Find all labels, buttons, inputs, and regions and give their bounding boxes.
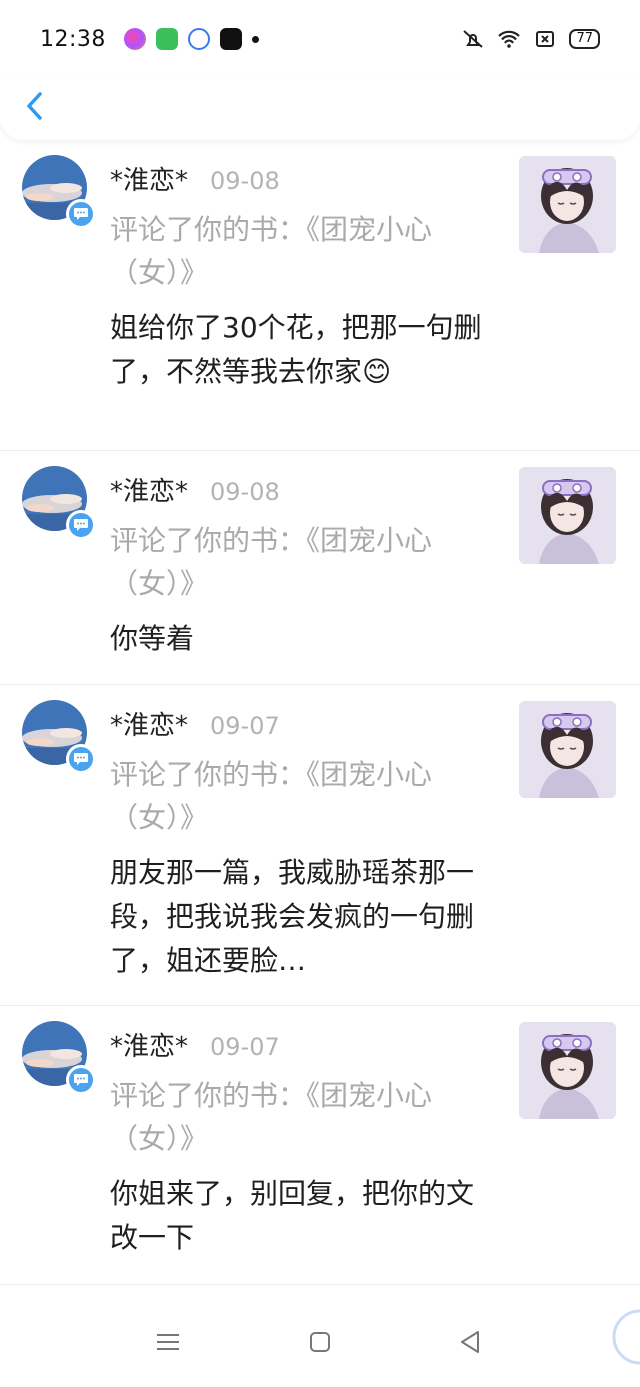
- book-cover-thumbnail[interactable]: [519, 467, 616, 564]
- green-app-icon: [155, 28, 178, 50]
- comment-date: 09-08: [210, 167, 280, 195]
- item-content: *淮恋* 09-08 评论了你的书：《团宠小心（女）》 你等着: [110, 471, 490, 661]
- anime-character-image: [519, 467, 616, 564]
- wifi-icon: [498, 30, 521, 48]
- comment-date: 09-07: [210, 712, 280, 740]
- douyin-icon: [219, 28, 242, 50]
- status-right: 77: [461, 29, 600, 49]
- chat-bubble-icon: [74, 208, 88, 220]
- sim-icon: [536, 31, 555, 47]
- comment-list: *淮恋* 09-08 评论了你的书：《团宠小心（女）》 姐给你了30个花，把那一…: [0, 140, 640, 1285]
- status-bar: 12:38 77: [0, 0, 640, 78]
- book-cover-thumbnail[interactable]: [519, 701, 616, 798]
- comment-date: 09-07: [210, 1033, 280, 1061]
- chevron-left-icon[interactable]: [20, 84, 52, 128]
- comment-context: 评论了你的书：《团宠小心（女）》: [110, 1079, 433, 1155]
- comment-date: 09-08: [210, 478, 280, 506]
- list-item[interactable]: *淮恋* 09-08 评论了你的书：《团宠小心（女）》 你等着: [0, 451, 640, 685]
- user-name[interactable]: *淮恋*: [110, 1026, 188, 1063]
- avatar[interactable]: [22, 1021, 96, 1095]
- book-cover-thumbnail[interactable]: [519, 1022, 616, 1119]
- name-row: *淮恋* 09-08: [110, 471, 490, 511]
- comment-badge: [66, 199, 96, 229]
- anime-character-image: [519, 156, 616, 253]
- anime-character-image: [519, 1022, 616, 1119]
- user-name[interactable]: *淮恋*: [110, 705, 188, 742]
- mute-icon: [463, 30, 484, 48]
- baidu-icon: [187, 28, 210, 50]
- anime-character-image: [519, 701, 616, 798]
- list-item[interactable]: *淮恋* 09-08 评论了你的书：《团宠小心（女）》 姐给你了30个花，把那一…: [0, 140, 640, 451]
- name-row: *淮恋* 09-07: [110, 705, 490, 745]
- comment-message: 朋友那一篇，我威胁瑶茶那一段，把我说我会发疯的一句删了，姐还要脸…: [110, 856, 475, 977]
- chat-bubble-icon: [74, 1074, 88, 1086]
- comment-context: 评论了你的书：《团宠小心（女）》: [110, 213, 433, 289]
- menu-icon[interactable]: [153, 1327, 183, 1357]
- avatar[interactable]: [22, 466, 96, 540]
- assistive-ball-icon[interactable]: [610, 1307, 640, 1367]
- comment-message: 你姐来了，别回复，把你的文改一下: [110, 1177, 475, 1254]
- colorful-app-icon: [123, 28, 146, 50]
- chat-bubble-icon: [74, 753, 88, 765]
- notification-dot: [251, 35, 259, 43]
- user-name[interactable]: *淮恋*: [110, 471, 188, 508]
- comment-message: 姐给你了30个花，把那一句删了，不然等我去你家😊: [110, 311, 482, 388]
- comment-badge: [66, 510, 96, 540]
- chat-bubble-icon: [74, 519, 88, 531]
- back-triangle-icon[interactable]: [456, 1327, 486, 1357]
- comment-context: 评论了你的书：《团宠小心（女）》: [110, 524, 433, 600]
- comment-context: 评论了你的书：《团宠小心（女）》: [110, 758, 433, 834]
- list-item[interactable]: *淮恋* 09-07 评论了你的书：《团宠小心（女）》 朋友那一篇，我威胁瑶茶那…: [0, 685, 640, 1006]
- list-item[interactable]: *淮恋* 09-07 评论了你的书：《团宠小心（女）》 你姐来了，别回复，把你的…: [0, 1006, 640, 1285]
- name-row: *淮恋* 09-08: [110, 160, 490, 200]
- item-content: *淮恋* 09-07 评论了你的书：《团宠小心（女）》 你姐来了，别回复，把你的…: [110, 1026, 490, 1260]
- home-square-icon[interactable]: [305, 1327, 335, 1357]
- avatar[interactable]: [22, 700, 96, 774]
- comment-message: 你等着: [110, 622, 195, 655]
- name-row: *淮恋* 09-07: [110, 1026, 490, 1066]
- battery-icon: 77: [569, 29, 600, 49]
- top-bar: [0, 78, 640, 140]
- status-time: 12:38: [40, 26, 106, 52]
- comment-badge: [66, 744, 96, 774]
- user-name[interactable]: *淮恋*: [110, 160, 188, 197]
- comment-badge: [66, 1065, 96, 1095]
- item-content: *淮恋* 09-08 评论了你的书：《团宠小心（女）》 姐给你了30个花，把那一…: [110, 160, 490, 394]
- notification-icons: [123, 28, 259, 50]
- item-content: *淮恋* 09-07 评论了你的书：《团宠小心（女）》 朋友那一篇，我威胁瑶茶那…: [110, 705, 490, 983]
- system-nav-bar: [0, 1297, 640, 1387]
- book-cover-thumbnail[interactable]: [519, 156, 616, 253]
- avatar[interactable]: [22, 155, 96, 229]
